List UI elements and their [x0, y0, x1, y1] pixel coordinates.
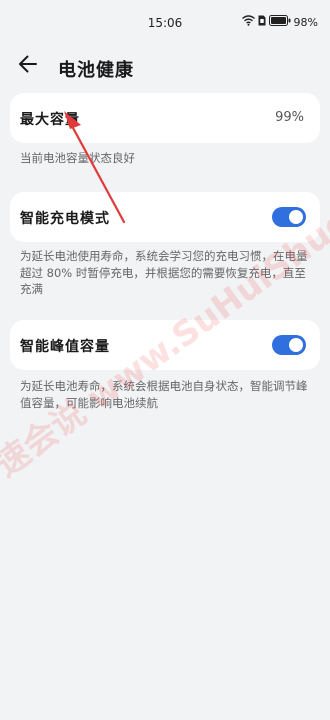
max-capacity-card: 最大容量 99%	[10, 93, 320, 143]
smart-charge-label: 智能充电模式	[20, 211, 110, 227]
sim-card-icon	[258, 15, 266, 29]
status-icons: 98%	[241, 15, 318, 29]
smart-peak-toggle[interactable]	[272, 335, 306, 355]
toggle-knob	[289, 210, 303, 224]
status-bar: 15:06 98%	[0, 0, 330, 40]
wifi-icon	[241, 15, 255, 29]
max-capacity-note: 当前电池容量状态良好	[20, 151, 135, 165]
smart-peak-label: 智能峰值容量	[20, 339, 110, 355]
smart-charge-note: 为延长电池使用寿命，系统会学习您的充电习惯，在电量超过 80% 时暂停充电，并根…	[20, 249, 308, 296]
smart-peak-card[interactable]: 智能峰值容量	[10, 320, 320, 370]
smart-charge-card[interactable]: 智能充电模式	[10, 192, 320, 242]
header: 电池健康	[0, 48, 330, 84]
page-title: 电池健康	[58, 60, 134, 81]
back-button[interactable]	[14, 52, 42, 80]
back-arrow-icon	[18, 55, 38, 77]
max-capacity-value: 99%	[275, 110, 304, 125]
max-capacity-label: 最大容量	[20, 112, 80, 128]
smart-peak-note: 为延长电池寿命，系统会根据电池自身状态，智能调节峰值容量，可能影响电池续航	[20, 379, 308, 410]
battery-percent: 98%	[293, 15, 318, 29]
smart-charge-toggle[interactable]	[272, 207, 306, 227]
toggle-knob	[289, 338, 303, 352]
battery-icon	[268, 15, 291, 29]
